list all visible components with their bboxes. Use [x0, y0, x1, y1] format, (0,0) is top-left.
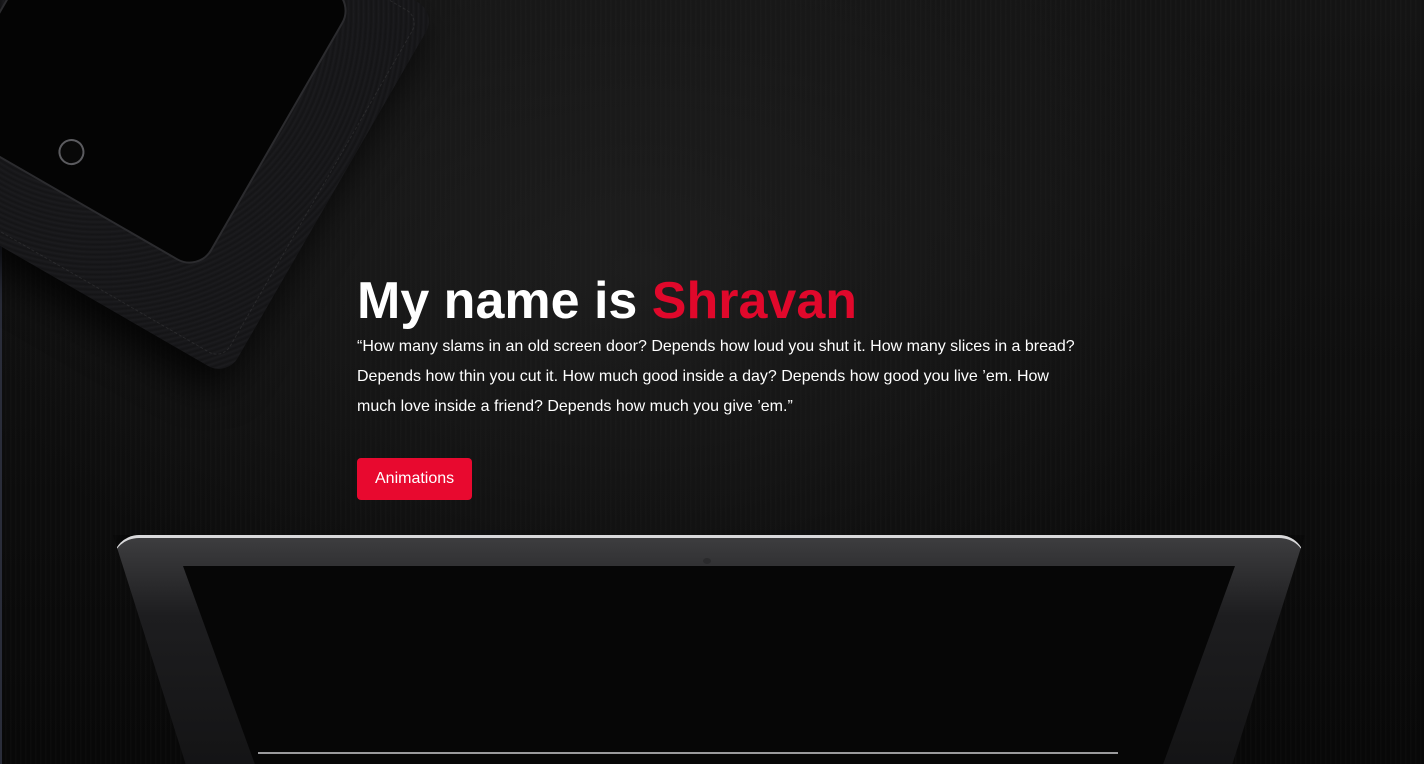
hero-quote: “How many slams in an old screen door? D… [357, 338, 1075, 415]
laptop-image [113, 535, 1305, 764]
hero-section: My name is Shravan “How many slams in an… [0, 0, 1424, 764]
headline-prefix: My name is [357, 272, 652, 330]
hero-headline: My name is Shravan [357, 270, 1077, 332]
laptop-screen [183, 566, 1235, 764]
hero-content: My name is Shravan “How many slams in an… [357, 270, 1077, 500]
laptop-camera [703, 558, 711, 564]
animations-button[interactable]: Animations [357, 458, 473, 500]
laptop-bottom-edge [258, 752, 1118, 754]
headline-name: Shravan [651, 272, 858, 330]
